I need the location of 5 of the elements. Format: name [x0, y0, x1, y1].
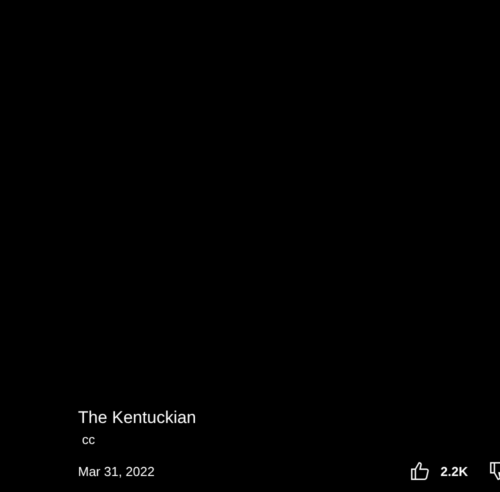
video-title: The Kentuckian: [78, 407, 198, 429]
like-icon[interactable]: [408, 460, 431, 482]
like-count: 2.2K: [440, 464, 468, 478]
caption-label: cc: [82, 432, 95, 448]
upload-date: Mar 31, 2022: [78, 464, 155, 478]
